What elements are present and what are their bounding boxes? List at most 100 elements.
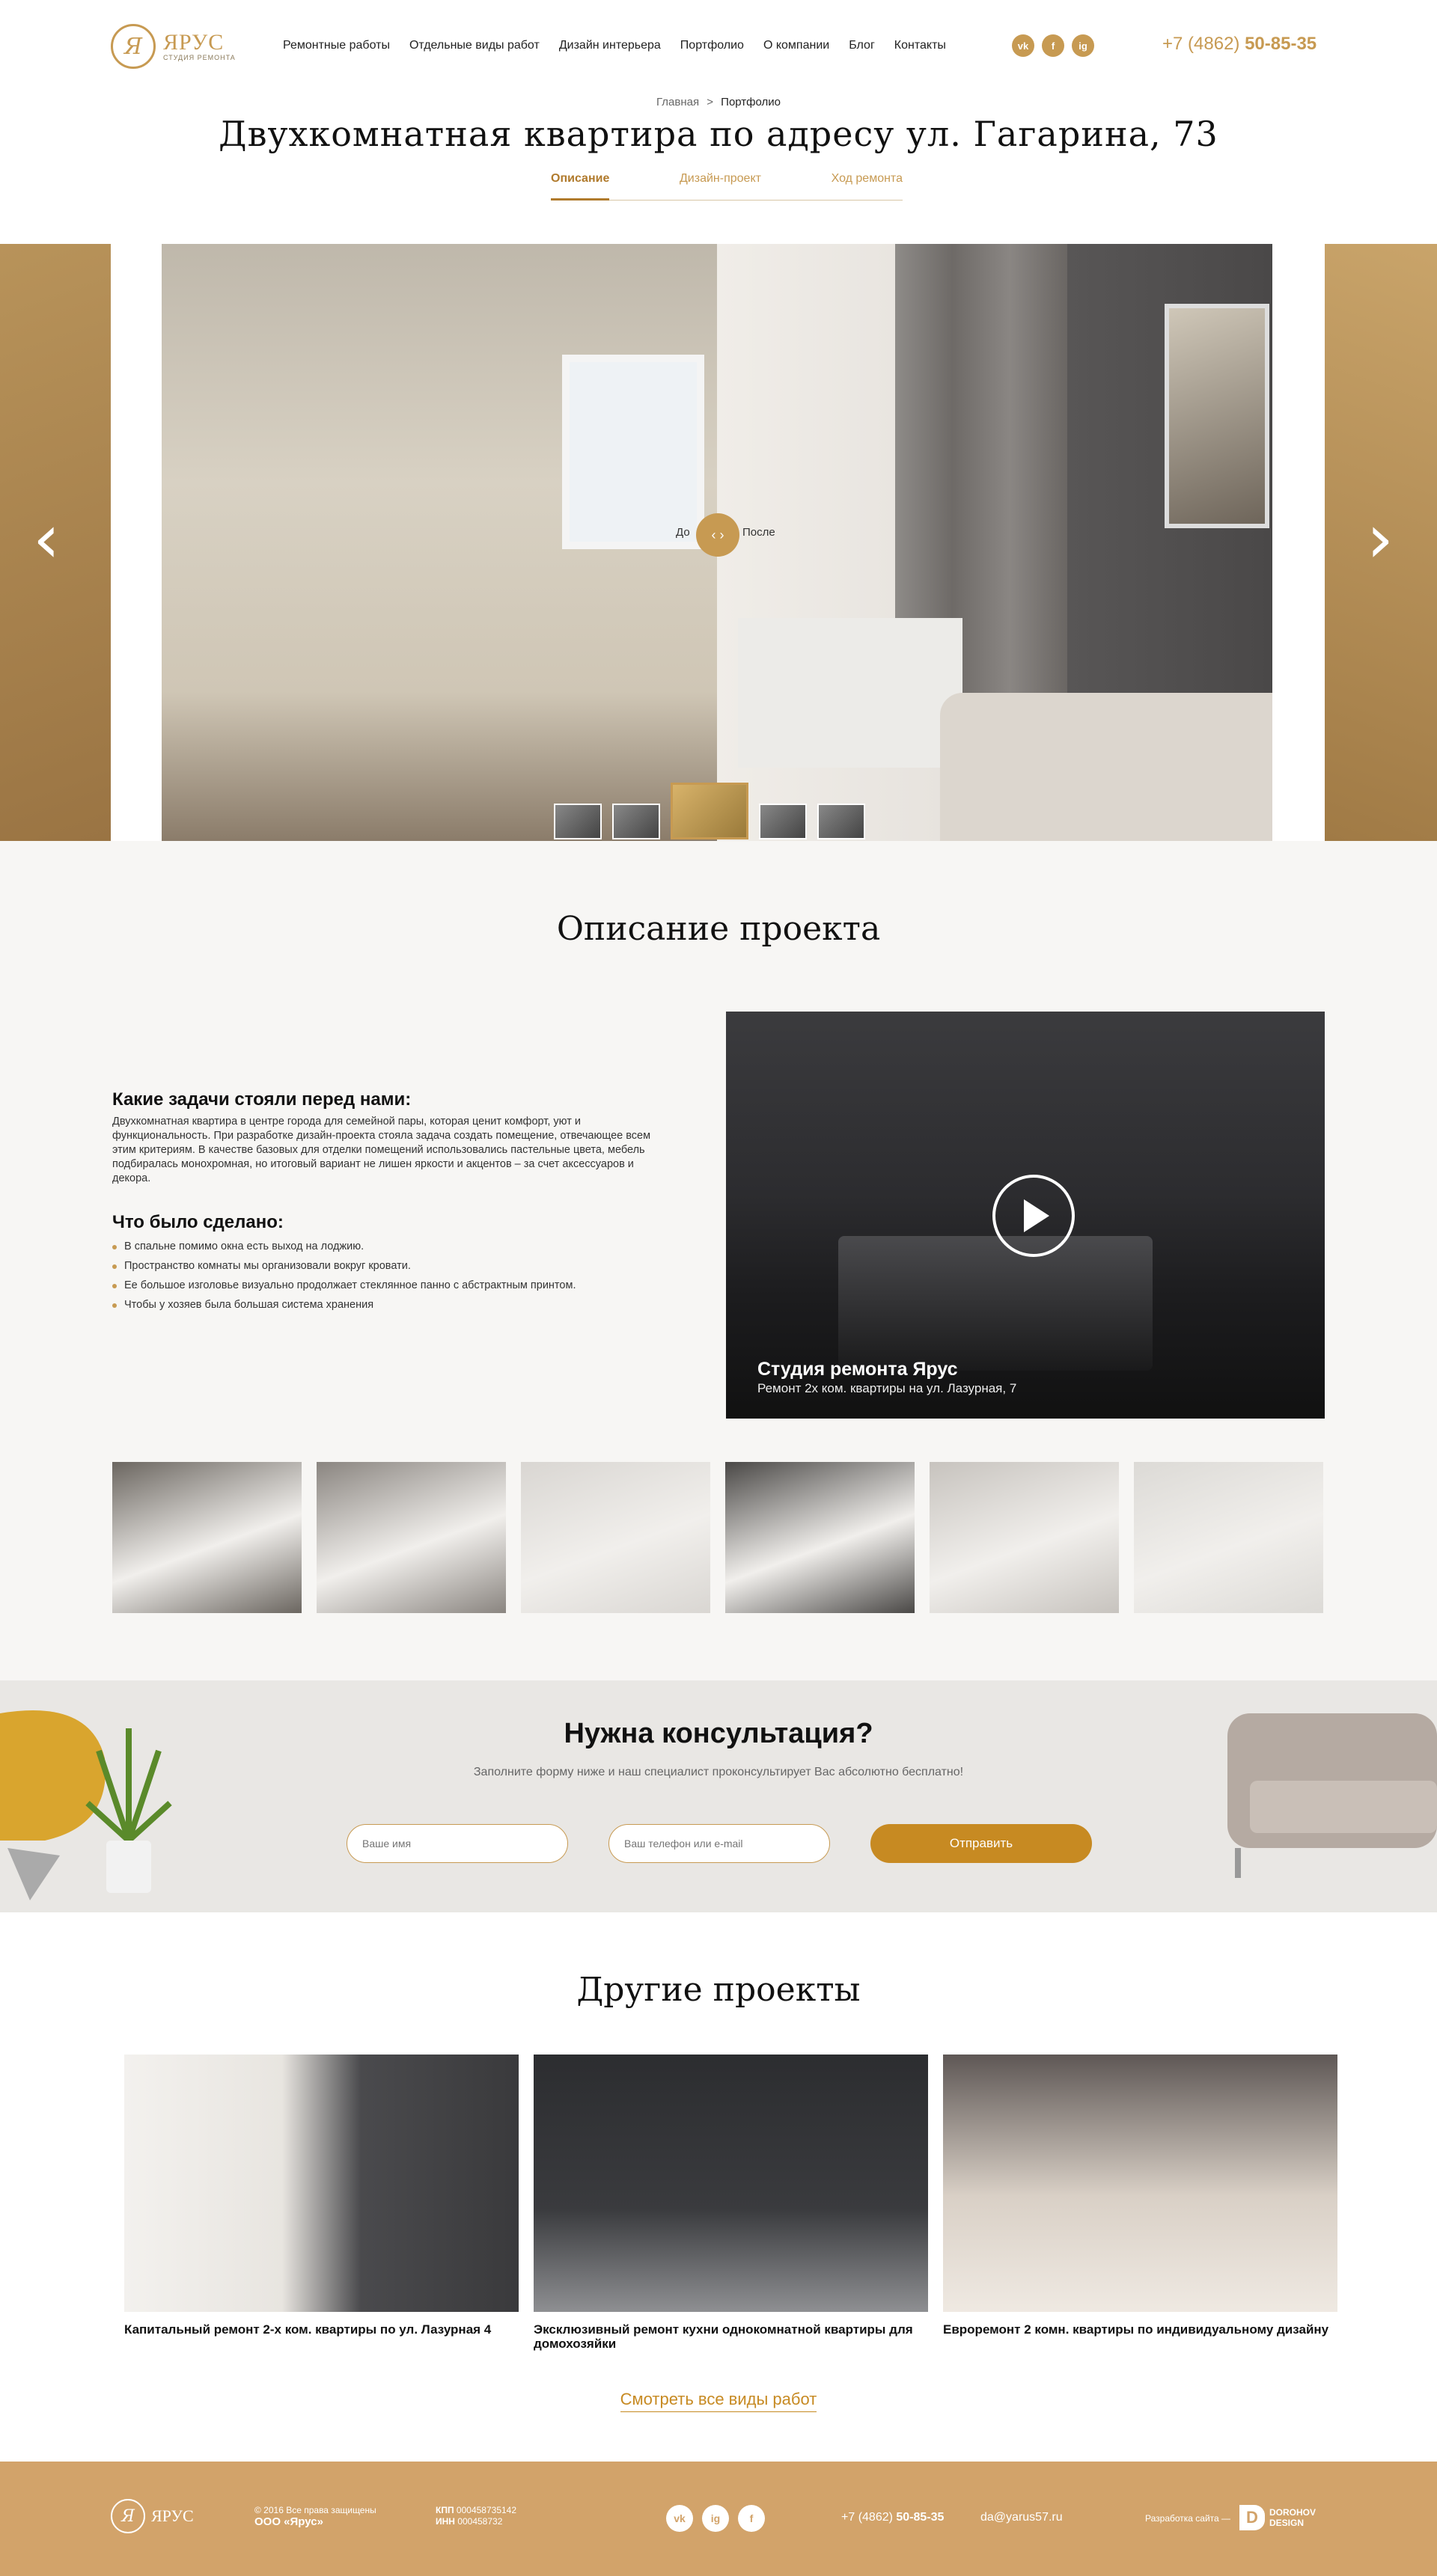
- contact-input[interactable]: [608, 1824, 830, 1863]
- inn-value: 000458732: [457, 2516, 503, 2527]
- slider-thumb[interactable]: [612, 804, 660, 839]
- video-subtitle: Ремонт 2х ком. квартиры на ул. Лазурная,…: [757, 1381, 1017, 1395]
- list-item: Ее большое изголовье визуально продолжае…: [112, 1279, 576, 1299]
- tasks-text: Двухкомнатная квартира в центре города д…: [112, 1116, 651, 1184]
- logo-name: ЯРУС: [163, 30, 225, 55]
- compare-handle[interactable]: ‹ ›: [696, 513, 739, 557]
- submit-button[interactable]: Отправить: [870, 1824, 1092, 1863]
- developer-icon: D: [1239, 2505, 1265, 2530]
- nav-item-separate-works[interactable]: Отдельные виды работ: [409, 39, 540, 52]
- site-footer: Я ЯРУС © 2016 Все права защищены ООО «Яр…: [0, 2462, 1437, 2576]
- project-tabs: Описание Дизайн-проект Ход ремонта: [551, 171, 903, 201]
- done-heading: Что было сделано:: [112, 1212, 284, 1232]
- breadcrumb-current: Портфолио: [721, 96, 781, 108]
- footer-logo[interactable]: Я ЯРУС: [111, 2499, 194, 2533]
- instagram-icon[interactable]: ig: [1072, 34, 1094, 57]
- nav-item-portfolio[interactable]: Портфолио: [680, 39, 744, 52]
- project-title: Евроремонт 2 комн. квартиры по индивидуа…: [943, 2322, 1329, 2337]
- gallery-image[interactable]: [112, 1462, 302, 1613]
- gallery-image[interactable]: [521, 1462, 710, 1613]
- tab-design-project[interactable]: Дизайн-проект: [680, 171, 761, 200]
- kpp-label: КПП: [436, 2505, 454, 2515]
- tab-renovation-progress[interactable]: Ход ремонта: [832, 171, 903, 200]
- footer-socials: vk ig f: [666, 2505, 765, 2532]
- phone-number: 50-85-35: [896, 2511, 945, 2524]
- nav-item-blog[interactable]: Блог: [849, 39, 875, 52]
- tasks-heading: Какие задачи стояли перед нами:: [112, 1089, 412, 1110]
- project-card[interactable]: Капитальный ремонт 2-х ком. квартиры по …: [124, 2055, 519, 2351]
- bed-image: [838, 1236, 1153, 1371]
- video-title: Студия ремонта Ярус: [757, 1359, 958, 1380]
- slider-thumb[interactable]: [817, 804, 865, 839]
- page-title: Двухкомнатная квартира по адресу ул. Гаг…: [219, 114, 1218, 154]
- projects-list: Капитальный ремонт 2-х ком. квартиры по …: [124, 2055, 1337, 2351]
- list-item: Пространство комнаты мы организовали вок…: [112, 1260, 576, 1279]
- gallery-image[interactable]: [930, 1462, 1119, 1613]
- footer-phone[interactable]: +7 (4862) 50-85-35: [841, 2511, 944, 2524]
- logo[interactable]: Я ЯРУС СТУДИЯ РЕМОНТА: [111, 24, 236, 69]
- plant-image: [85, 1728, 172, 1893]
- window-image: [562, 355, 704, 549]
- name-input[interactable]: [347, 1824, 568, 1863]
- next-arrow-icon[interactable]: ›: [1367, 506, 1394, 573]
- nav-item-repair[interactable]: Ремонтные работы: [283, 39, 390, 52]
- facebook-icon[interactable]: f: [738, 2505, 765, 2532]
- project-title: Эксклюзивный ремонт кухни однокомнатной …: [534, 2322, 913, 2351]
- see-all-label[interactable]: Смотреть все виды работ: [620, 2390, 817, 2412]
- kpp-value: 000458735142: [456, 2505, 517, 2515]
- before-label: До: [676, 526, 690, 539]
- sofa-image: [1227, 1713, 1437, 1878]
- company-name: ООО «Ярус»: [254, 2515, 323, 2528]
- developer-logo[interactable]: D DOROHOV DESIGN: [1239, 2505, 1316, 2530]
- phone-number: 50-85-35: [1245, 34, 1317, 54]
- play-icon[interactable]: [992, 1175, 1075, 1257]
- slider-thumb[interactable]: [554, 804, 602, 839]
- breadcrumb-separator: >: [707, 96, 713, 108]
- main-nav: Ремонтные работы Отдельные виды работ Ди…: [283, 39, 946, 52]
- logo-icon: Я: [111, 24, 156, 69]
- inn-label: ИНН: [436, 2516, 455, 2527]
- copyright-text: © 2016 Все права защищены: [254, 2505, 376, 2515]
- after-label: После: [742, 526, 775, 539]
- sofa-image: [940, 693, 1272, 841]
- phone-prefix: +7 (4862): [841, 2511, 893, 2524]
- project-card[interactable]: Эксклюзивный ремонт кухни однокомнатной …: [534, 2055, 928, 2351]
- breadcrumb: Главная > Портфолио: [0, 96, 1437, 108]
- nav-item-about[interactable]: О компании: [763, 39, 829, 52]
- facebook-icon[interactable]: f: [1042, 34, 1064, 57]
- phone-prefix: +7 (4862): [1162, 34, 1240, 54]
- before-image: [162, 244, 717, 841]
- nav-item-interior-design[interactable]: Дизайн интерьера: [559, 39, 661, 52]
- gallery-image[interactable]: [725, 1462, 915, 1613]
- project-image: [534, 2055, 928, 2312]
- description-heading: Описание проекта: [556, 910, 881, 948]
- developer-name-2: DESIGN: [1269, 2518, 1305, 2528]
- tab-description[interactable]: Описание: [551, 171, 610, 201]
- instagram-icon[interactable]: ig: [702, 2505, 729, 2532]
- list-item: В спальне помимо окна есть выход на лодж…: [112, 1240, 576, 1260]
- done-list: В спальне помимо окна есть выход на лодж…: [112, 1240, 576, 1318]
- site-header: Я ЯРУС СТУДИЯ РЕМОНТА Ремонтные работы О…: [0, 0, 1437, 90]
- slider-thumbnails: [554, 783, 865, 839]
- slider-thumb[interactable]: [759, 804, 807, 839]
- vk-icon[interactable]: vk: [1012, 34, 1034, 57]
- header-phone[interactable]: +7 (4862) 50-85-35: [1162, 34, 1317, 55]
- photo-gallery: [112, 1462, 1323, 1613]
- project-title: Капитальный ремонт 2-х ком. квартиры по …: [124, 2322, 492, 2337]
- project-card[interactable]: Евроремонт 2 комн. квартиры по индивидуа…: [943, 2055, 1337, 2351]
- list-item: Чтобы у хозяев была большая система хран…: [112, 1299, 576, 1318]
- slider-thumb-active[interactable]: [671, 783, 748, 839]
- vk-icon[interactable]: vk: [666, 2505, 693, 2532]
- gallery-image[interactable]: [1134, 1462, 1323, 1613]
- project-image: [943, 2055, 1337, 2312]
- project-image: [124, 2055, 519, 2312]
- video-player[interactable]: Студия ремонта Ярус Ремонт 2х ком. кварт…: [726, 1012, 1325, 1419]
- developer-name: DOROHOV: [1269, 2507, 1317, 2518]
- logo-subtitle: СТУДИЯ РЕМОНТА: [163, 54, 236, 61]
- breadcrumb-home[interactable]: Главная: [656, 96, 699, 108]
- nav-item-contacts[interactable]: Контакты: [894, 39, 946, 52]
- prev-arrow-icon[interactable]: ‹: [33, 506, 60, 573]
- footer-email[interactable]: da@yarus57.ru: [980, 2511, 1063, 2524]
- copyright: © 2016 Все права защищены ООО «Ярус»: [254, 2505, 376, 2527]
- gallery-image[interactable]: [317, 1462, 506, 1613]
